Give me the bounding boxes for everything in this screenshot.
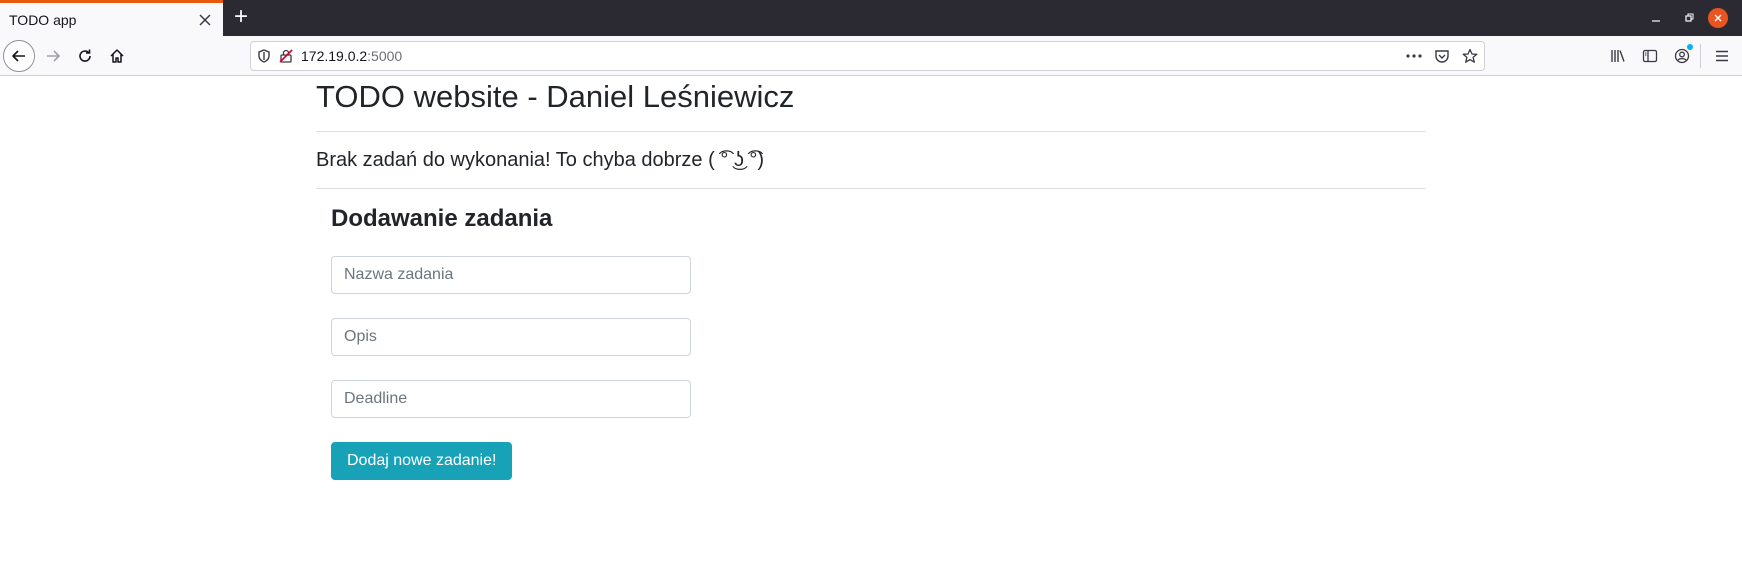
restore-icon[interactable] xyxy=(1679,8,1699,28)
empty-task-message: Brak zadań do wykonania! To chyba dobrze… xyxy=(316,149,765,171)
close-icon[interactable] xyxy=(193,8,217,32)
insecure-lock-icon[interactable] xyxy=(277,42,295,70)
shield-icon[interactable] xyxy=(251,42,277,70)
home-icon[interactable] xyxy=(101,40,133,72)
form-title: Dodawanie zadania xyxy=(331,205,553,232)
url-host: 172.19.0.2 xyxy=(301,48,368,64)
divider xyxy=(316,188,1426,189)
menu-icon[interactable] xyxy=(1706,40,1738,72)
task-deadline-input[interactable] xyxy=(331,380,691,418)
window-close-icon[interactable] xyxy=(1708,8,1728,28)
minimize-icon[interactable] xyxy=(1646,8,1666,28)
task-description-input[interactable] xyxy=(331,318,691,356)
reload-icon[interactable] xyxy=(69,40,101,72)
account-icon[interactable] xyxy=(1666,40,1698,72)
tab-title: TODO app xyxy=(9,11,77,28)
forward-icon[interactable] xyxy=(37,40,69,72)
add-task-button[interactable]: Dodaj nowe zadanie! xyxy=(331,442,513,480)
url-bar[interactable]: 172.19.0.2:5000 xyxy=(250,41,1485,71)
url-port: :5000 xyxy=(367,48,403,64)
url-text[interactable]: 172.19.0.2:5000 xyxy=(301,48,1400,64)
task-name-input[interactable] xyxy=(331,256,691,294)
tab-todo-app[interactable]: TODO app xyxy=(0,0,223,36)
back-icon[interactable] xyxy=(3,40,35,72)
page-title: TODO website - Daniel Leśniewicz xyxy=(316,79,795,114)
new-tab-button[interactable]: + xyxy=(228,5,254,31)
navigation-toolbar: 172.19.0.2:5000 xyxy=(0,36,1742,76)
tab-strip: TODO app + xyxy=(0,0,1742,36)
library-icon[interactable] xyxy=(1602,40,1634,72)
sidebar-icon[interactable] xyxy=(1634,40,1666,72)
toolbar-separator xyxy=(1700,44,1701,68)
page-content: TODO website - Daniel Leśniewicz Brak za… xyxy=(316,77,1426,480)
pocket-icon[interactable] xyxy=(1428,42,1456,70)
add-task-form: Dodawanie zadania Dodaj nowe zadanie! xyxy=(316,204,1426,480)
more-icon[interactable] xyxy=(1400,42,1428,70)
notification-dot xyxy=(1687,44,1693,50)
star-icon[interactable] xyxy=(1456,42,1484,70)
